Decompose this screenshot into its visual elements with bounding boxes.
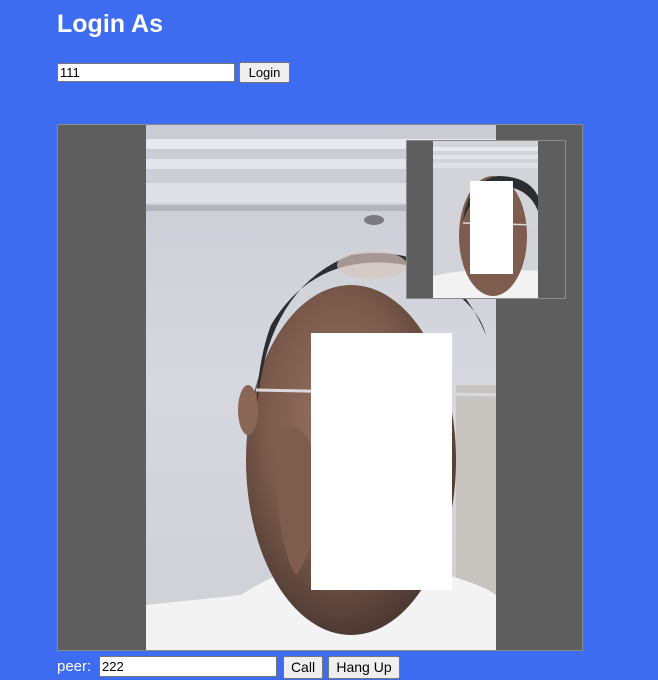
hang-up-button[interactable]: Hang Up	[328, 656, 400, 679]
username-input[interactable]	[57, 63, 235, 82]
redaction-box	[311, 333, 452, 590]
local-video	[433, 141, 538, 298]
redaction-box	[470, 181, 513, 274]
local-video-frame	[406, 140, 566, 299]
page-title: Login As	[57, 10, 164, 38]
call-button[interactable]: Call	[283, 656, 323, 679]
peer-label: peer:	[57, 658, 92, 675]
peer-input[interactable]	[99, 656, 277, 677]
login-button[interactable]: Login	[239, 62, 290, 83]
